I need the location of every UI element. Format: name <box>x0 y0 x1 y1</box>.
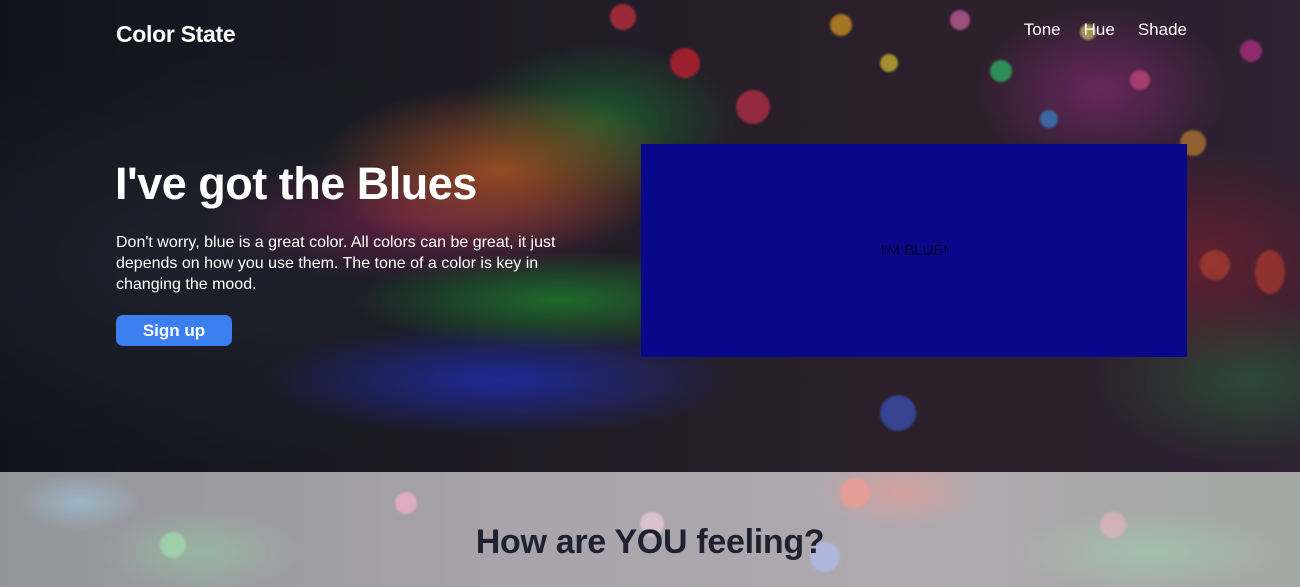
feeling-section: How are YOU feeling? <box>0 472 1300 587</box>
hero-description: Don't worry, blue is a great color. All … <box>116 234 556 293</box>
nav-link-tone[interactable]: Tone <box>1024 20 1061 40</box>
blue-panel-label: I'M BLUE! <box>880 242 948 259</box>
section-title: How are YOU feeling? <box>475 523 825 561</box>
brand-logo[interactable]: Color State <box>116 21 236 48</box>
blue-color-panel: I'M BLUE! <box>641 144 1187 357</box>
nav-link-hue[interactable]: Hue <box>1084 20 1115 40</box>
nav-link-shade[interactable]: Shade <box>1138 20 1187 40</box>
hero-title: I've got the Blues <box>115 158 477 209</box>
nav-links: Tone Hue Shade <box>1024 20 1187 40</box>
signup-button[interactable]: Sign up <box>116 315 232 346</box>
navbar: Color State Tone Hue Shade <box>0 0 1300 66</box>
